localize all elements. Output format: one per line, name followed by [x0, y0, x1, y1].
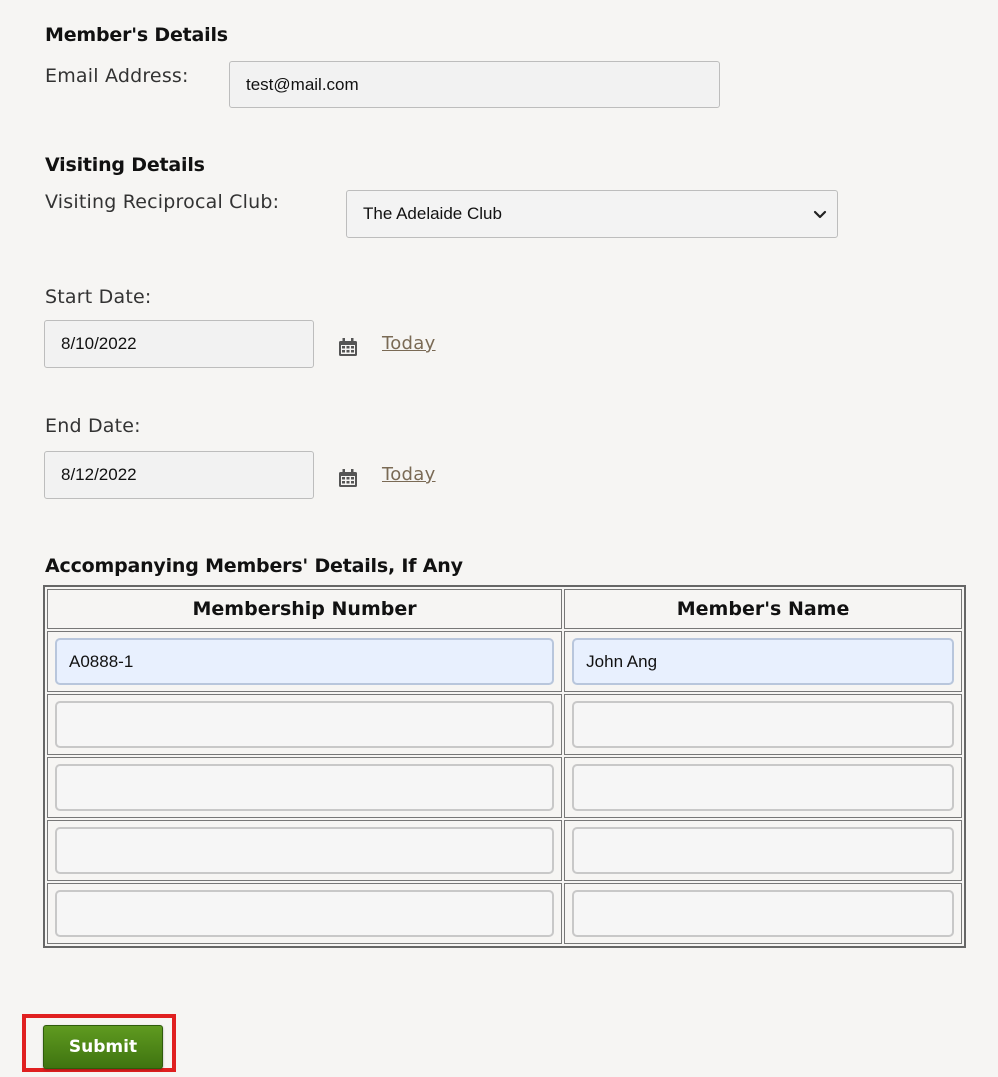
member-name-input-5[interactable] — [572, 890, 954, 937]
end-date-label: End Date: — [45, 415, 141, 437]
table-row — [47, 694, 962, 755]
end-date-today-link[interactable]: Today — [382, 464, 436, 485]
start-date-field[interactable]: 8/10/2022 — [44, 320, 314, 368]
calendar-icon[interactable] — [338, 468, 358, 488]
member-name-input-4[interactable] — [572, 827, 954, 874]
member-name-input-2[interactable] — [572, 701, 954, 748]
table-row — [47, 820, 962, 881]
club-label: Visiting Reciprocal Club: — [45, 191, 280, 213]
membership-number-input-4[interactable] — [55, 827, 555, 874]
start-date-label: Start Date: — [45, 286, 152, 308]
start-date-value: 8/10/2022 — [61, 334, 137, 353]
end-date-field[interactable]: 8/12/2022 — [44, 451, 314, 499]
member-name-input-3[interactable] — [572, 764, 954, 811]
visiting-details-title: Visiting Details — [45, 154, 205, 176]
submit-button[interactable]: Submit — [43, 1025, 163, 1069]
table-row: A0888-1 John Ang — [47, 631, 962, 692]
email-value: test@mail.com — [246, 74, 359, 94]
email-label: Email Address: — [45, 65, 189, 87]
chevron-down-icon — [813, 210, 827, 219]
visit-request-form: Member's Details Email Address: test@mai… — [0, 0, 998, 1077]
start-date-today-link[interactable]: Today — [382, 333, 436, 354]
member-name-input-1[interactable]: John Ang — [572, 638, 954, 685]
membership-number-input-3[interactable] — [55, 764, 555, 811]
accompanying-title: Accompanying Members' Details, If Any — [45, 555, 463, 577]
accompanying-members-table: Membership Number Member's Name A0888-1 … — [43, 585, 966, 948]
table-row — [47, 757, 962, 818]
member-name-header: Member's Name — [564, 589, 962, 629]
end-date-value: 8/12/2022 — [61, 465, 137, 484]
membership-number-input-5[interactable] — [55, 890, 555, 937]
club-select[interactable]: The Adelaide Club — [346, 190, 838, 238]
table-header-row: Membership Number Member's Name — [47, 589, 962, 629]
membership-number-input-2[interactable] — [55, 701, 555, 748]
table-row — [47, 883, 962, 944]
membership-number-input-1[interactable]: A0888-1 — [55, 638, 555, 685]
club-select-value: The Adelaide Club — [363, 204, 502, 223]
members-details-title: Member's Details — [45, 24, 228, 46]
membership-number-header: Membership Number — [47, 589, 563, 629]
calendar-icon[interactable] — [338, 337, 358, 357]
email-field[interactable]: test@mail.com — [229, 61, 720, 108]
